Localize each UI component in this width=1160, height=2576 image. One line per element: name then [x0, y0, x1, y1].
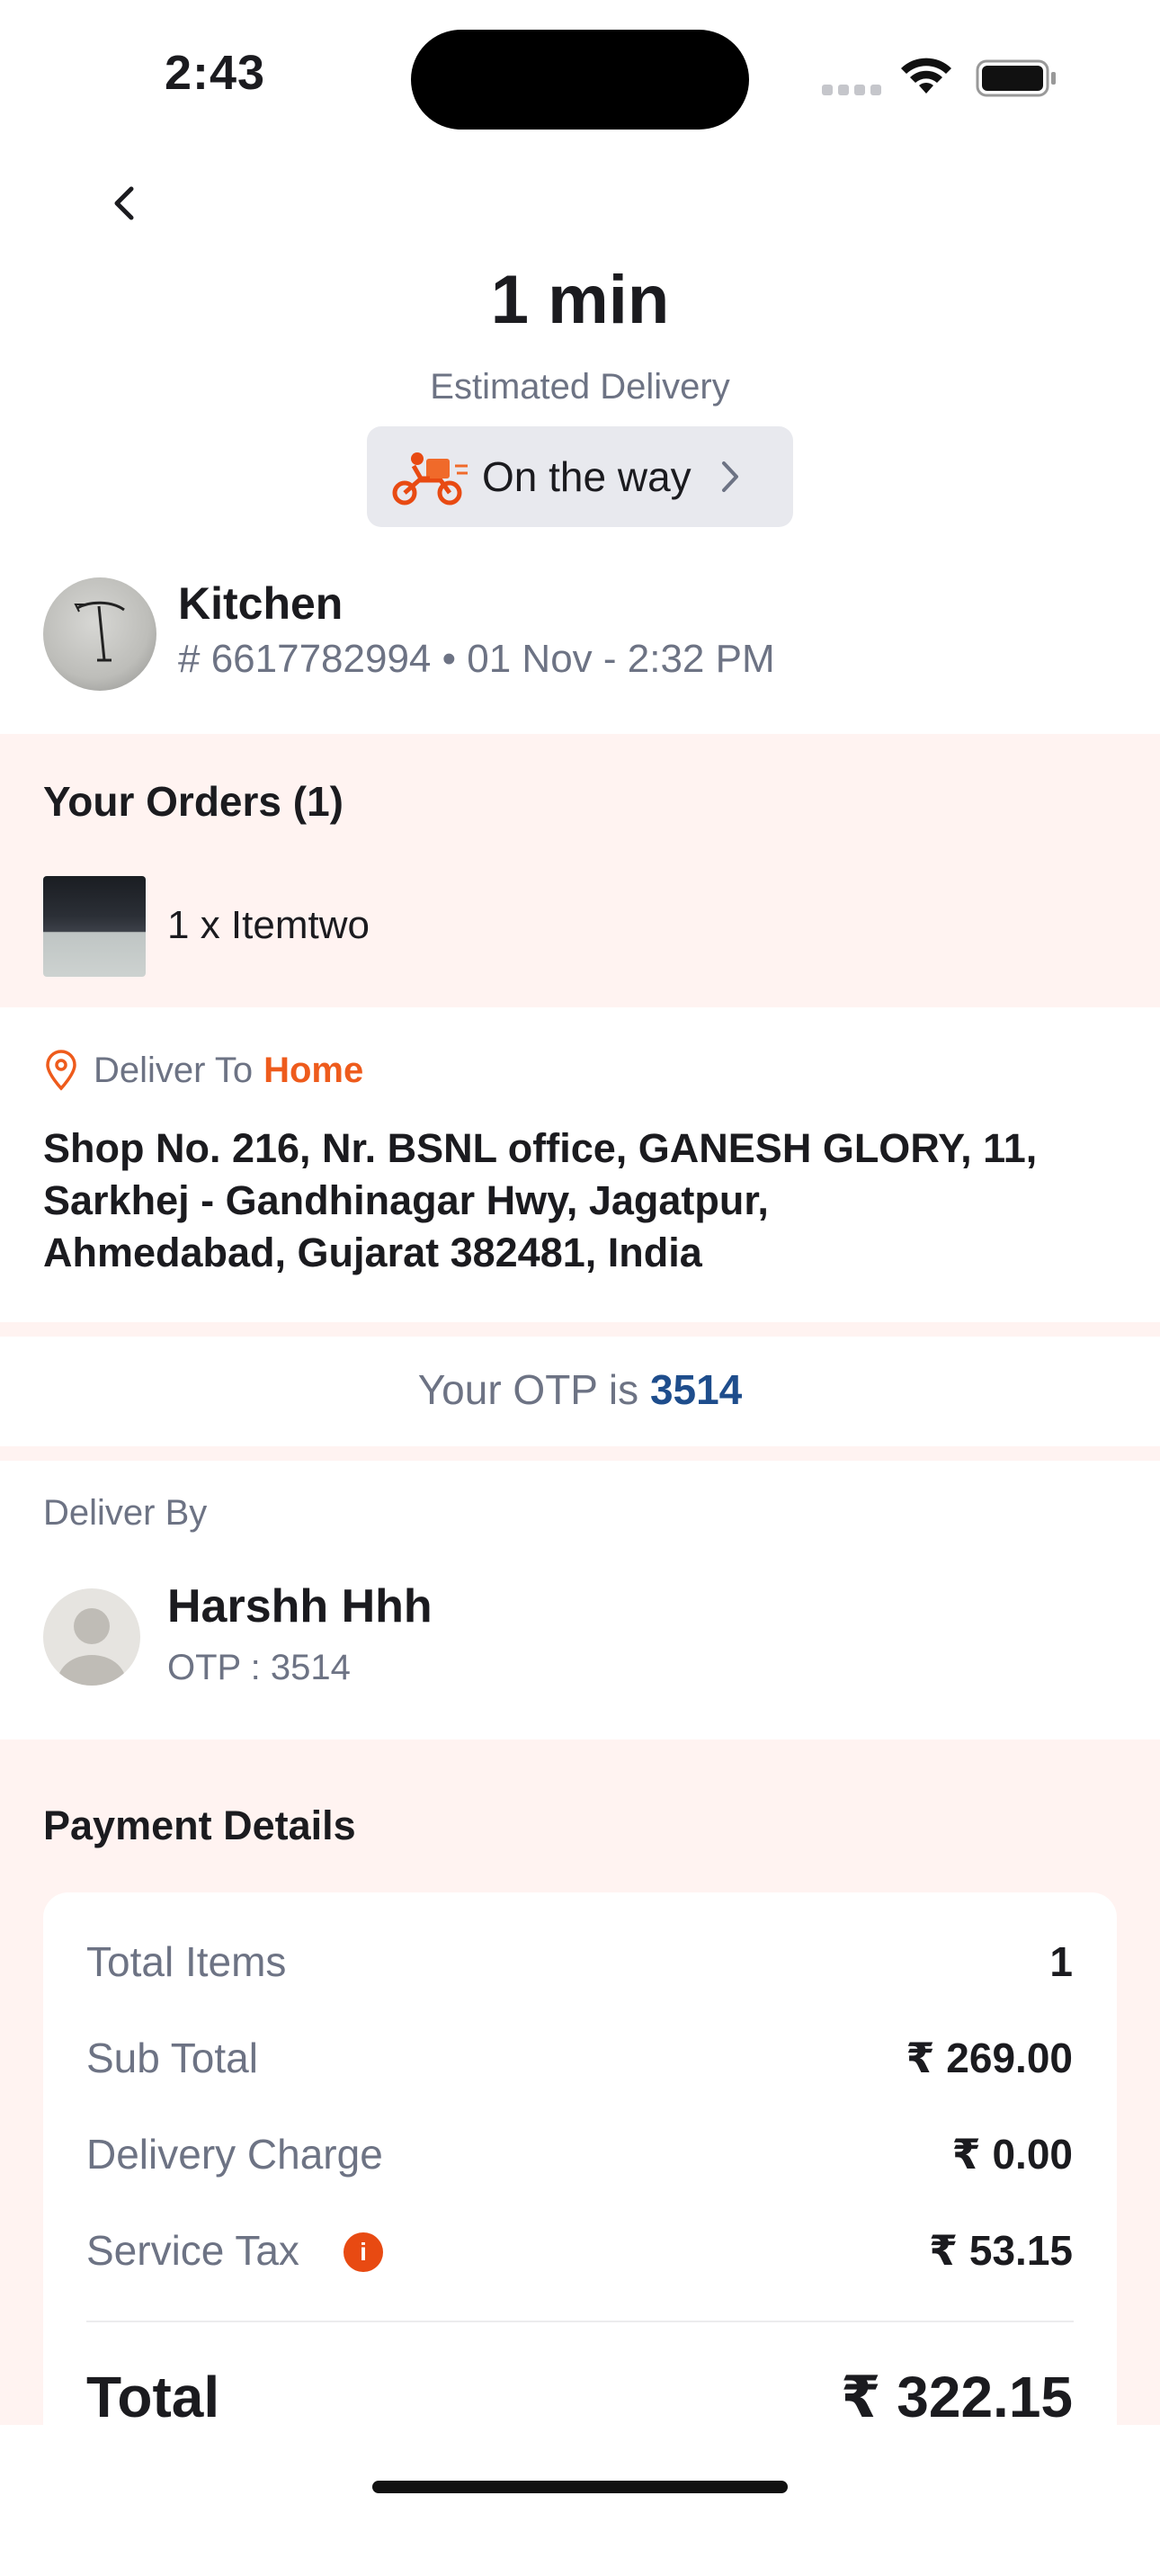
order-item: 1 x Itemtwo — [167, 903, 370, 947]
divider — [86, 2321, 1074, 2322]
total-value: ₹ 322.15 — [840, 2365, 1073, 2429]
delivery-charge-label: Delivery Charge — [86, 2131, 383, 2178]
restaurant-name: Kitchen — [178, 578, 344, 629]
service-tax-value: ₹ 53.15 — [929, 2227, 1073, 2274]
section-divider — [0, 1322, 1160, 1337]
scooter-icon — [392, 452, 468, 505]
service-tax-label: Service Tax — [86, 2227, 299, 2274]
home-bar-area — [0, 2425, 1160, 2515]
address-line: Sarkhej - Gandhinagar Hwy, Jagatpur, — [43, 1177, 769, 1223]
address-line: Ahmedabad, Gujarat 382481, India — [43, 1230, 702, 1275]
driver-name: Harshh Hhh — [167, 1580, 433, 1632]
driver-otp: OTP : 3514 — [167, 1648, 351, 1687]
dynamic-island — [411, 30, 749, 130]
payment-title: Payment Details — [43, 1802, 356, 1848]
deliver-to-label: Deliver To — [94, 1050, 254, 1090]
subtotal-value: ₹ 269.00 — [906, 2035, 1073, 2081]
subtotal-label: Sub Total — [86, 2035, 258, 2081]
order-id-date: # 6617782994 • 01 Nov - 2:32 PM — [178, 637, 775, 681]
item-thumbnail — [43, 876, 146, 977]
delivery-charge-value: ₹ 0.00 — [951, 2131, 1073, 2178]
estimated-time: 1 min — [490, 262, 670, 338]
estimated-delivery-label: Estimated Delivery — [430, 367, 730, 407]
restaurant-avatar — [43, 577, 156, 691]
signal-icon — [822, 85, 881, 95]
location-pin-icon — [46, 1050, 76, 1091]
orders-title: Your Orders (1) — [43, 778, 344, 825]
total-label: Total — [86, 2365, 220, 2429]
address-line: Shop No. 216, Nr. BSNL office, GANESH GL… — [43, 1125, 1038, 1171]
address-type: Home — [263, 1050, 364, 1090]
restaurant-logo-icon — [74, 601, 125, 662]
avatar-placeholder-icon — [43, 1588, 140, 1686]
wifi-icon — [901, 58, 951, 94]
otp-code: 3514 — [649, 1366, 743, 1413]
order-status-label: On the way — [482, 453, 692, 500]
order-status-button[interactable]: On the way — [367, 426, 793, 527]
info-icon[interactable]: i — [344, 2232, 383, 2272]
chevron-right-icon — [721, 461, 738, 492]
battery-icon — [976, 59, 1056, 97]
otp-line: Your OTP is 3514 — [0, 1365, 1160, 1414]
home-indicator[interactable] — [372, 2481, 788, 2493]
total-items-value: 1 — [1049, 1938, 1073, 1985]
otp-prefix: Your OTP is — [417, 1366, 639, 1413]
status-time: 2:43 — [165, 46, 266, 100]
back-chevron-icon[interactable] — [106, 182, 142, 225]
orders-section — [0, 734, 1160, 1007]
total-items-label: Total Items — [86, 1938, 287, 1985]
deliver-by-label: Deliver By — [43, 1493, 208, 1533]
deliver-to-row: Deliver To Home — [43, 1049, 363, 1092]
delivery-address: Shop No. 216, Nr. BSNL office, GANESH GL… — [43, 1123, 1122, 1279]
section-divider — [0, 1446, 1160, 1461]
